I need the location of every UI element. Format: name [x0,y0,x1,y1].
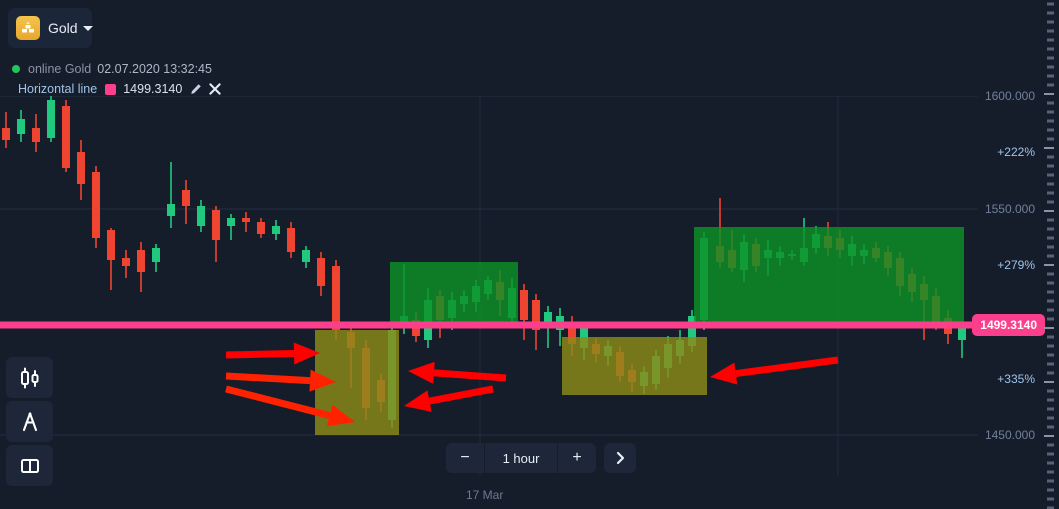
candle-body [257,222,265,234]
timeframe-decrease-button[interactable]: − [446,443,484,473]
chart-type-candles-button[interactable] [6,357,53,398]
timeframe-bar: − 1 hour + [446,443,636,473]
scroll-forward-button[interactable] [604,443,636,473]
candle-body [958,328,966,340]
candle-body [17,119,25,134]
left-toolbar [6,357,53,486]
candle-body [137,250,145,272]
quote-timestamp: 02.07.2020 13:32:45 [97,62,212,76]
candle-body [122,258,130,266]
candle-body [62,106,70,168]
candle-body [182,190,190,206]
chevron-down-icon [82,25,93,31]
candle-body [302,250,310,262]
time-axis-date-label: 17 Mar [466,488,504,502]
axis-tick-ruler [1044,2,1054,509]
arrow-1-shaft [225,350,295,359]
yellow-zone-2[interactable] [562,337,707,395]
candlestick-chart [0,96,978,476]
candle-body [227,218,235,226]
candle-body [272,226,280,234]
chevron-right-icon [616,451,625,465]
candle-body [92,172,100,238]
instrument-status-label: online Gold [28,62,92,76]
gold-bars-icon [16,16,40,40]
timeframe-value[interactable]: 1 hour [484,443,558,473]
drawing-object-label[interactable]: Horizontal line [18,82,97,96]
candle-body [107,230,115,260]
price-axis-label: 1550.000 [984,202,1035,216]
candle-body [332,266,340,330]
candle-body [520,290,528,320]
drawing-object-value: 1499.3140 [123,82,183,96]
drawing-object-row: Horizontal line 1499.3140 [18,82,228,96]
candle-body [317,258,325,286]
drawing-tools-button[interactable] [6,401,53,442]
candle-body [2,128,10,140]
candle-body [212,210,220,240]
pencil-icon[interactable] [190,83,202,95]
candle-body [287,228,295,252]
price-axis-label: 1450.000 [984,428,1035,442]
candle-body [77,152,85,184]
candle-body [242,218,250,222]
compass-icon [22,411,37,431]
trading-chart-app: Gold online Gold 02.07.2020 13:32:45 Hor… [0,0,1059,509]
candlestick-icon [20,367,38,388]
symbol-selector-button[interactable]: Gold [8,8,93,48]
candle-body [152,248,160,262]
symbol-label: Gold [48,20,78,36]
candle-body [32,128,40,142]
candle-body [197,206,205,226]
layout-split-button[interactable] [6,445,53,486]
candle-body [47,100,55,138]
current-price-badge[interactable]: 1499.3140 [972,314,1045,336]
green-zone-1[interactable] [390,262,518,325]
timeframe-group: − 1 hour + [446,443,596,473]
price-axis-label: +222% [997,145,1035,159]
color-swatch[interactable] [105,83,117,95]
split-panel-icon [20,458,39,473]
chart-plot-area[interactable] [0,96,978,476]
arrow-2-shaft [225,372,311,385]
price-axis-label: +335% [997,372,1035,386]
price-axis-label: +279% [997,258,1035,272]
close-icon[interactable] [209,83,221,95]
candle-body [167,204,175,216]
green-zone-2[interactable] [694,227,964,325]
status-row: online Gold 02.07.2020 13:32:45 [12,62,212,76]
price-axis-label: 1600.000 [984,89,1035,103]
status-dot-online-icon [12,65,20,73]
timeframe-increase-button[interactable]: + [558,443,596,473]
